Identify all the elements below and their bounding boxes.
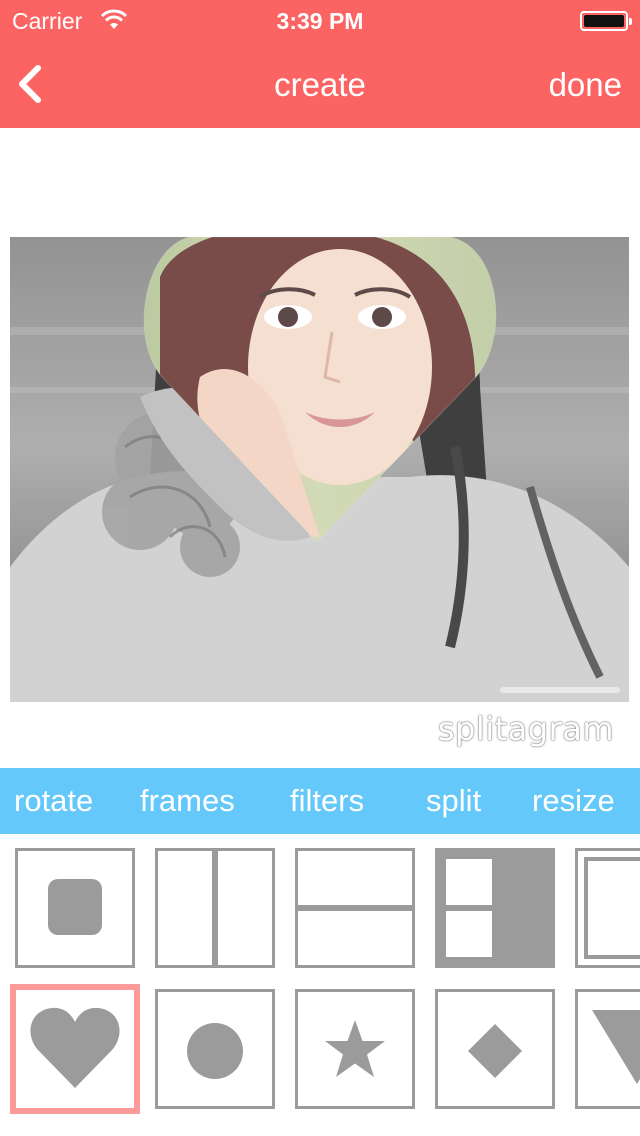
star-icon [325,1020,385,1077]
rounded-square-icon [48,879,102,935]
clock: 3:39 PM [276,8,364,34]
done-button[interactable]: done [549,66,622,104]
layout-two-rows-button[interactable] [295,848,415,968]
tab-split[interactable]: split [426,783,481,819]
left-grid-split-icon [438,851,552,965]
photo-canvas[interactable] [10,237,629,702]
layout-triangle-button[interactable] [575,989,640,1109]
layout-partial-frame-button[interactable] [575,848,640,968]
layout-diamond-button[interactable] [435,989,555,1109]
circle-icon [187,1023,243,1079]
page-title: create [274,66,366,103]
tool-tabs: rotate frames filters split resize [0,768,640,834]
battery-icon [580,11,632,31]
portrait-photo [10,237,629,702]
tab-filters[interactable]: filters [290,783,364,819]
heart-icon [30,1007,120,1088]
tab-frames[interactable]: frames [140,783,235,819]
navigation-bar: Carrier 3:39 PM create done [0,0,640,128]
diamond-icon [468,1024,522,1078]
two-columns-icon [212,851,218,965]
layout-circle-button[interactable] [155,989,275,1109]
layout-left-grid-split-button[interactable] [435,848,555,968]
layout-rounded-square-button[interactable] [15,848,135,968]
watermark: splitagram [437,710,614,748]
tab-resize[interactable]: resize [532,783,615,819]
layout-star-button[interactable] [295,989,415,1109]
layout-grid [0,848,640,1118]
triangle-icon [592,1010,640,1084]
two-rows-icon [298,905,412,911]
tab-rotate[interactable]: rotate [14,783,93,819]
layout-two-columns-button[interactable] [155,848,275,968]
layout-heart-button[interactable] [10,984,140,1114]
status-bar: Carrier 3:39 PM [0,0,640,40]
partial-frame-icon [578,851,640,965]
